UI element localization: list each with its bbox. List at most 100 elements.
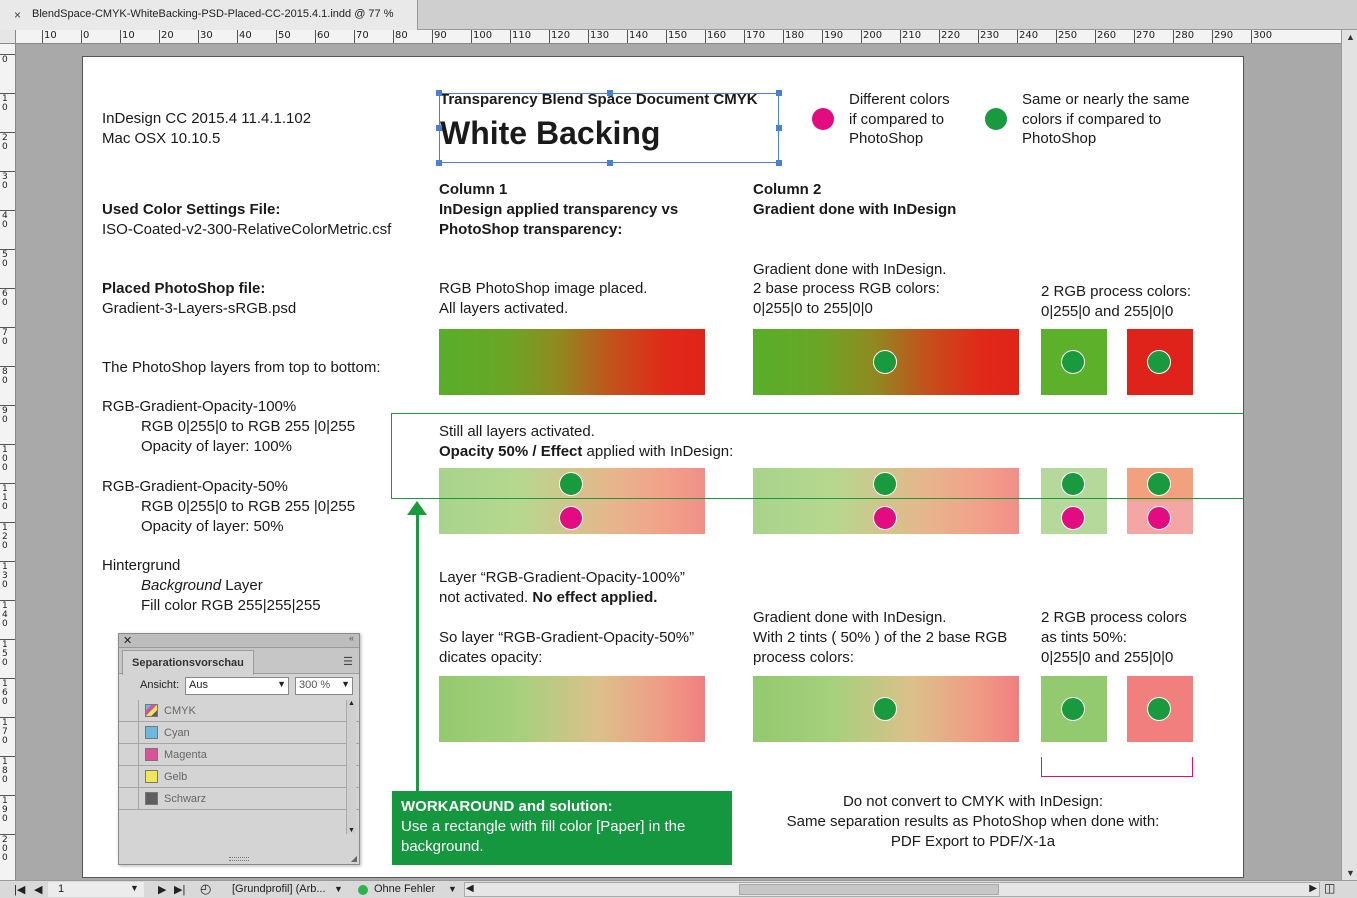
- different-color-marker: [1061, 506, 1085, 530]
- frame-handle[interactable]: [436, 160, 442, 166]
- split-view-icon[interactable]: ◫: [1324, 881, 1335, 895]
- selected-text-frame[interactable]: [436, 90, 782, 166]
- chevron-down-icon[interactable]: ▼: [334, 884, 343, 894]
- chevron-down-icon: ▼: [341, 679, 350, 689]
- ruler-tick-label: 20: [2, 133, 8, 152]
- ruler-tick-label: 200: [863, 30, 883, 41]
- ruler-tick-label: 20: [161, 30, 174, 41]
- row1-green-swatch[interactable]: [1041, 329, 1107, 395]
- row3-green-swatch[interactable]: [1041, 676, 1107, 742]
- ruler-tick-label: 80: [2, 367, 8, 386]
- ink-row-black[interactable]: Schwarz: [119, 788, 359, 810]
- vertical-ruler[interactable]: 0 10 20 30 40 50 60 70 80 90 100 110 120 130 140 150 160…: [0, 44, 16, 880]
- visibility-toggle[interactable]: [119, 700, 139, 721]
- frame-handle[interactable]: [776, 90, 782, 96]
- visibility-toggle[interactable]: [119, 744, 139, 765]
- row1-indesign-gradient[interactable]: [753, 329, 1019, 395]
- ink-list: CMYK Cyan Magenta Gelb Schwarz: [119, 700, 359, 832]
- ruler-tick-label: 50: [278, 30, 291, 41]
- frame-handle[interactable]: [607, 160, 613, 166]
- panel-title-bar[interactable]: ✕ «: [119, 633, 359, 648]
- ink-name: Cyan: [164, 727, 190, 739]
- view-select[interactable]: Aus ▼: [185, 677, 289, 695]
- row3-line2-plain: not activated.: [439, 589, 533, 606]
- ink-row-cmyk[interactable]: CMYK: [119, 700, 359, 722]
- ruler-tick: [198, 30, 199, 43]
- ruler-tick: [1056, 30, 1057, 43]
- last-page-icon[interactable]: ▶|: [174, 883, 185, 896]
- profile-label[interactable]: [Grundprofil] (Arb...: [232, 883, 326, 895]
- ruler-tick-label: 240: [1019, 30, 1039, 41]
- close-tab-icon[interactable]: ×: [14, 8, 21, 22]
- chevron-down-icon[interactable]: ▼: [448, 884, 457, 894]
- zoom-select[interactable]: 300 % ▼: [295, 677, 353, 695]
- note-line1: Do not convert to CMYK with InDesign:: [842, 793, 1104, 810]
- workaround-box[interactable]: WORKAROUND and solution: Use a rectangle…: [392, 791, 732, 865]
- ink-row-magenta[interactable]: Magenta: [119, 744, 359, 766]
- chevron-down-icon[interactable]: ▼: [130, 883, 139, 893]
- row1-col1-line1: RGB PhotoShop image placed.: [439, 280, 648, 297]
- ink-row-cyan[interactable]: Cyan: [119, 722, 359, 744]
- layer2-name: RGB-Gradient-Opacity-50%: [102, 478, 288, 495]
- collapse-panel-icon[interactable]: «: [349, 633, 354, 643]
- preflight-label[interactable]: Ohne Fehler: [374, 883, 435, 895]
- ruler-tick-label: 50: [2, 250, 8, 269]
- legend-same-line3: PhotoShop: [1022, 130, 1097, 147]
- row3-indesign-gradient[interactable]: [753, 676, 1019, 742]
- row1-red-swatch[interactable]: [1127, 329, 1193, 395]
- next-page-icon[interactable]: ▶: [158, 883, 166, 896]
- visibility-toggle[interactable]: [119, 766, 139, 787]
- ruler-tick-label: 30: [2, 172, 8, 191]
- horizontal-scrollbar[interactable]: ◀ ▶: [464, 882, 1320, 897]
- previous-page-icon[interactable]: ◀: [34, 883, 42, 896]
- scroll-down-icon[interactable]: ▼: [348, 827, 355, 834]
- vertical-scrollbar[interactable]: ▲ ▼: [1341, 30, 1357, 880]
- panel-menu-icon[interactable]: ☰: [343, 655, 353, 668]
- scroll-up-icon[interactable]: ▲: [348, 700, 355, 707]
- row3-red-swatch[interactable]: [1127, 676, 1193, 742]
- row1-col3-line1: 2 RGB process colors:: [1041, 283, 1192, 300]
- ruler-tick-label: 170: [2, 718, 8, 746]
- scroll-thumb[interactable]: [739, 884, 999, 895]
- different-color-marker: [873, 506, 897, 530]
- separation-preview-panel[interactable]: ✕ « Separationsvorschau ☰ Ansicht: Aus ▼ …: [118, 633, 360, 865]
- scroll-up-icon[interactable]: ▲: [1346, 32, 1355, 42]
- row3-col2-line2: With 2 tints ( 50% ) of the 2 base RGB: [753, 629, 1008, 646]
- frame-handle[interactable]: [776, 160, 782, 166]
- magenta-swatch-icon: [145, 748, 158, 761]
- frame-handle[interactable]: [436, 125, 442, 131]
- scroll-left-icon[interactable]: ◀: [466, 883, 474, 894]
- view-controls: Ansicht: Aus ▼ 300 % ▼: [119, 675, 359, 697]
- horizontal-ruler[interactable]: 10 0 10 20 30 40 50 60 70 80 90 100 110 120 130 140 150 1…: [16, 30, 1341, 44]
- panel-grip-icon[interactable]: [229, 857, 249, 861]
- ink-row-yellow[interactable]: Gelb: [119, 766, 359, 788]
- page-number-field[interactable]: 1 ▼: [48, 882, 144, 897]
- close-panel-icon[interactable]: ✕: [123, 634, 132, 647]
- first-page-icon[interactable]: |◀: [14, 883, 25, 896]
- panel-tab-row: Separationsvorschau ☰: [119, 648, 359, 675]
- frame-handle[interactable]: [776, 125, 782, 131]
- scroll-down-icon[interactable]: ▼: [1346, 868, 1355, 878]
- frame-handle[interactable]: [436, 90, 442, 96]
- row3-line2: not activated. No effect applied.: [439, 588, 657, 608]
- ruler-origin[interactable]: [0, 30, 16, 44]
- visibility-toggle[interactable]: [119, 722, 139, 743]
- document-tab[interactable]: × BlendSpace-CMYK-WhiteBacking-PSD-Place…: [0, 0, 418, 31]
- resize-handle-icon[interactable]: ◢: [351, 854, 357, 863]
- row1-photoshop-gradient[interactable]: [439, 329, 705, 395]
- visibility-toggle[interactable]: [119, 788, 139, 809]
- panel-scrollbar[interactable]: ▲ ▼: [346, 700, 356, 834]
- ruler-tick-label: 130: [2, 562, 8, 590]
- ruler-tick-label: 70: [356, 30, 369, 41]
- row3-photoshop-gradient[interactable]: [439, 676, 705, 742]
- frame-handle[interactable]: [607, 90, 613, 96]
- layer1-line1: RGB 0|255|0 to RGB 255 |0|255: [141, 418, 356, 435]
- background-layer-italic: Background: [141, 577, 222, 594]
- ruler-tick-label: 110: [2, 484, 8, 512]
- ruler-tick: [0, 171, 15, 172]
- scroll-right-icon[interactable]: ▶: [1309, 883, 1317, 894]
- page-view-icon[interactable]: ◴: [200, 881, 211, 897]
- tab-separationsvorschau[interactable]: Separationsvorschau: [122, 650, 254, 675]
- row3-col3-line3: 0|255|0 and 255|0|0: [1041, 649, 1174, 666]
- ruler-tick-label: 260: [1097, 30, 1117, 41]
